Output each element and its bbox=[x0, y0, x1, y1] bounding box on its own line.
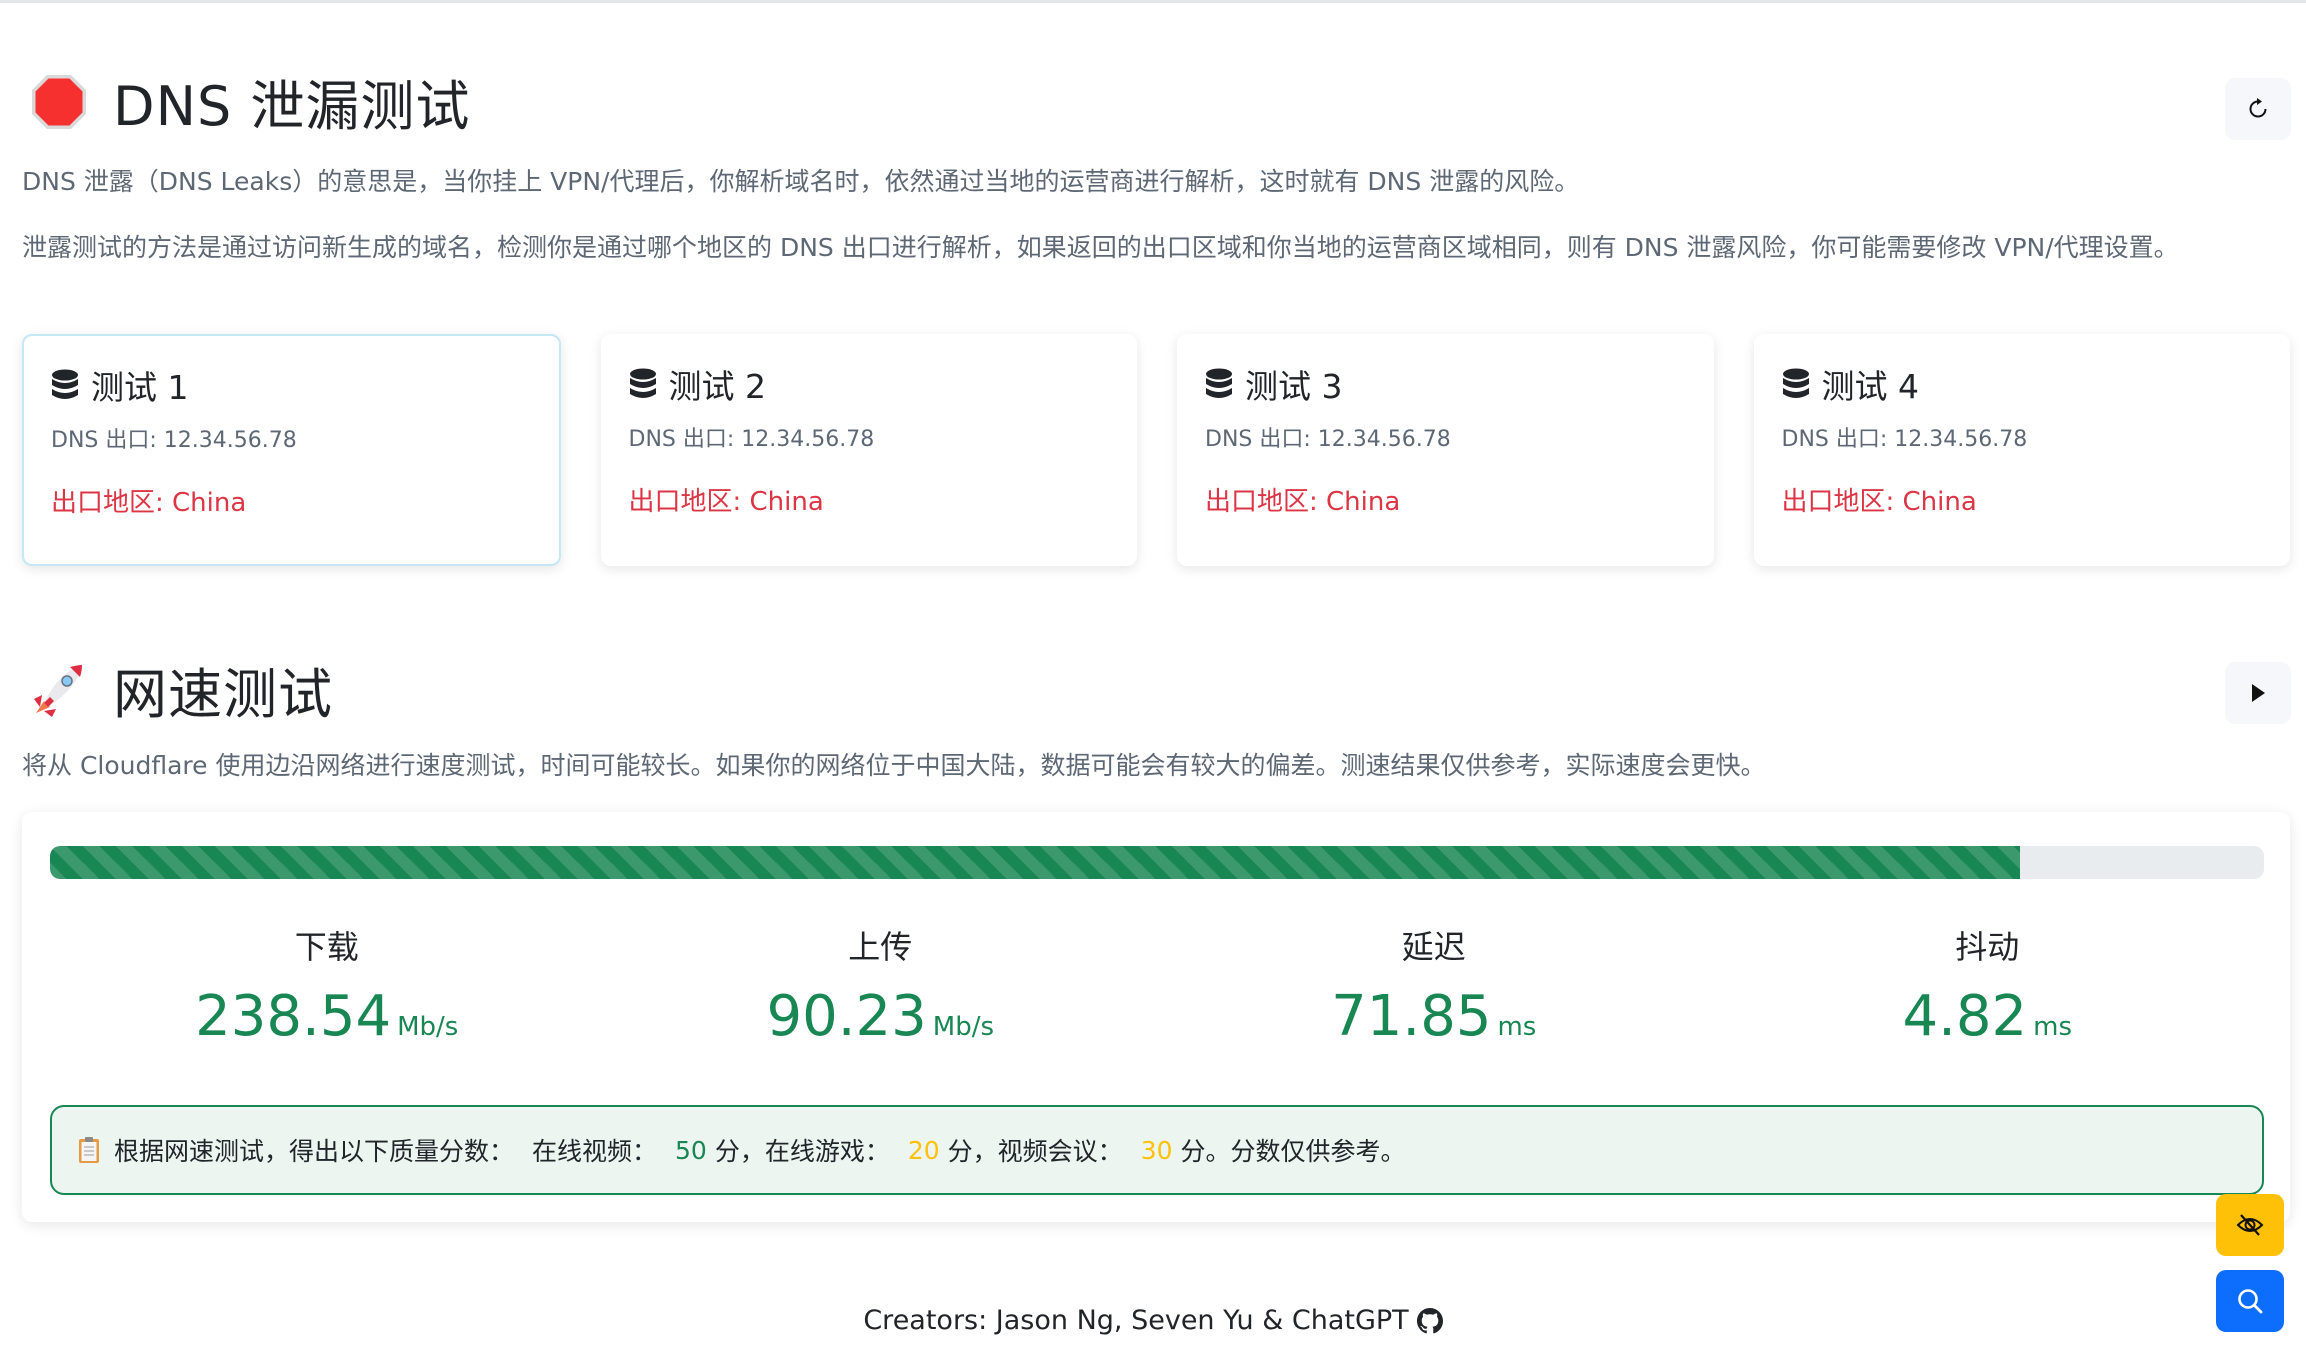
card-title: 测试 3 bbox=[1205, 361, 1686, 407]
metric-label: 上传 bbox=[848, 928, 913, 966]
card-title: 测试 2 bbox=[629, 361, 1110, 407]
github-icon[interactable] bbox=[1416, 1307, 1443, 1334]
meeting-score: 30 bbox=[1140, 1135, 1173, 1165]
game-score: 20 bbox=[907, 1135, 940, 1165]
video-label: 在线视频： bbox=[532, 1137, 658, 1166]
database-icon bbox=[1206, 368, 1232, 398]
dns-exit-region: 出口地区: China bbox=[1781, 487, 1977, 517]
start-speed-test-button[interactable] bbox=[2225, 662, 2291, 724]
metric-unit: ms bbox=[2033, 1012, 2073, 1042]
speed-metrics: 下载 238.54 Mb/s 上传 90.23 Mb/s 延迟 71.85 ms 抖动… bbox=[50, 922, 2264, 1049]
metric-value: 4.82 ms bbox=[1711, 984, 2265, 1049]
metric-label: 抖动 bbox=[1955, 928, 2020, 966]
footer-creators: Creators: Jason Ng, Seven Yu & ChatGPT bbox=[863, 1305, 1409, 1336]
metric-value: 90.23 Mb/s bbox=[604, 984, 1158, 1049]
metric-value: 238.54 Mb/s bbox=[50, 984, 604, 1049]
dns-exit-region: 出口地区: China bbox=[628, 487, 824, 517]
refresh-button[interactable] bbox=[2225, 78, 2291, 140]
speed-description: 将从 Cloudflare 使用边沿网络进行速度测试，时间可能较长。如果你的网络… bbox=[22, 751, 1766, 780]
card-title-text: 测试 4 bbox=[1821, 367, 1920, 406]
video-score: 50 bbox=[675, 1135, 707, 1165]
dns-test-cards: 测试 1 DNS 出口: 12.34.56.78 出口地区: China 测试 … bbox=[22, 334, 2290, 566]
dns-description-1: DNS 泄露（DNS Leaks）的意思是，当你挂上 VPN/代理后，你解析域名… bbox=[22, 167, 1580, 196]
metric-label: 延迟 bbox=[1401, 928, 1466, 966]
top-divider bbox=[0, 0, 2306, 3]
card-title-text: 测试 2 bbox=[668, 367, 767, 406]
metric-label: 下载 bbox=[294, 928, 359, 966]
metric-value: 71.85 ms bbox=[1157, 984, 1711, 1049]
speed-section-title: 网速测试 bbox=[30, 650, 333, 729]
score-prefix: 根据网速测试，得出以下质量分数： bbox=[114, 1137, 515, 1166]
footer: Creators: Jason Ng, Seven Yu & ChatGPT bbox=[0, 1305, 2306, 1336]
meeting-label: 分，视频会议： bbox=[947, 1137, 1123, 1166]
metric-number: 4.82 bbox=[1902, 984, 2028, 1049]
metric-number: 71.85 bbox=[1331, 984, 1492, 1049]
game-label: 分，在线游戏： bbox=[714, 1137, 890, 1166]
dns-section-title: DNS 泄漏测试 bbox=[30, 62, 470, 141]
metric-download: 下载 238.54 Mb/s bbox=[50, 922, 604, 1049]
quality-score-alert: 根据网速测试，得出以下质量分数： 在线视频： 50 分，在线游戏： 20 分，视… bbox=[50, 1105, 2264, 1195]
hide-info-button[interactable] bbox=[2216, 1194, 2284, 1256]
dns-exit-region: 出口地区: China bbox=[1205, 487, 1401, 517]
card-title: 测试 4 bbox=[1782, 361, 2263, 407]
card-title-text: 测试 1 bbox=[91, 368, 189, 407]
score-suffix: 分。分数仅供参考。 bbox=[1180, 1137, 1406, 1166]
database-icon bbox=[52, 369, 78, 399]
speed-test-card: 下载 238.54 Mb/s 上传 90.23 Mb/s 延迟 71.85 ms 抖动… bbox=[22, 812, 2290, 1222]
dns-exit-region: 出口地区: China bbox=[51, 488, 247, 518]
dns-test-card[interactable]: 测试 1 DNS 出口: 12.34.56.78 出口地区: China bbox=[22, 334, 561, 566]
progress-fill bbox=[50, 846, 2021, 879]
dns-test-card[interactable]: 测试 3 DNS 出口: 12.34.56.78 出口地区: China bbox=[1177, 334, 1714, 566]
dns-exit-ip: DNS 出口: 12.34.56.78 bbox=[628, 427, 875, 452]
dns-test-card[interactable]: 测试 2 DNS 出口: 12.34.56.78 出口地区: China bbox=[600, 334, 1137, 566]
rocket-icon bbox=[30, 661, 88, 719]
dns-exit-ip: DNS 出口: 12.34.56.78 bbox=[1781, 427, 2028, 452]
dns-description-2: 泄露测试的方法是通过访问新生成的域名，检测你是通过哪个地区的 DNS 出口进行解… bbox=[22, 233, 2179, 262]
refresh-icon bbox=[2249, 98, 2267, 118]
dns-exit-ip: DNS 出口: 12.34.56.78 bbox=[1205, 427, 1451, 452]
speed-test-progress-bar bbox=[50, 846, 2264, 879]
play-icon bbox=[2252, 684, 2265, 702]
dns-test-card[interactable]: 测试 4 DNS 出口: 12.34.56.78 出口地区: China bbox=[1753, 334, 2290, 566]
metric-upload: 上传 90.23 Mb/s bbox=[604, 922, 1158, 1049]
speed-title-text: 网速测试 bbox=[113, 663, 333, 726]
card-title-text: 测试 3 bbox=[1245, 367, 1343, 406]
dns-title-text: DNS 泄漏测试 bbox=[113, 75, 471, 138]
metric-latency: 延迟 71.85 ms bbox=[1157, 922, 1711, 1049]
eye-slash-icon bbox=[2236, 1214, 2264, 1236]
metric-unit: ms bbox=[1497, 1012, 1537, 1042]
database-icon bbox=[629, 368, 656, 398]
metric-number: 238.54 bbox=[195, 984, 392, 1049]
dns-exit-ip: DNS 出口: 12.34.56.78 bbox=[51, 428, 297, 453]
card-title: 测试 1 bbox=[51, 362, 532, 408]
database-icon bbox=[1782, 368, 1809, 398]
clipboard-icon bbox=[79, 1137, 99, 1163]
metric-number: 90.23 bbox=[766, 984, 927, 1049]
metric-unit: Mb/s bbox=[932, 1012, 995, 1042]
metric-unit: Mb/s bbox=[397, 1012, 459, 1042]
metric-jitter: 抖动 4.82 ms bbox=[1711, 922, 2265, 1049]
stop-sign-icon bbox=[30, 73, 88, 131]
